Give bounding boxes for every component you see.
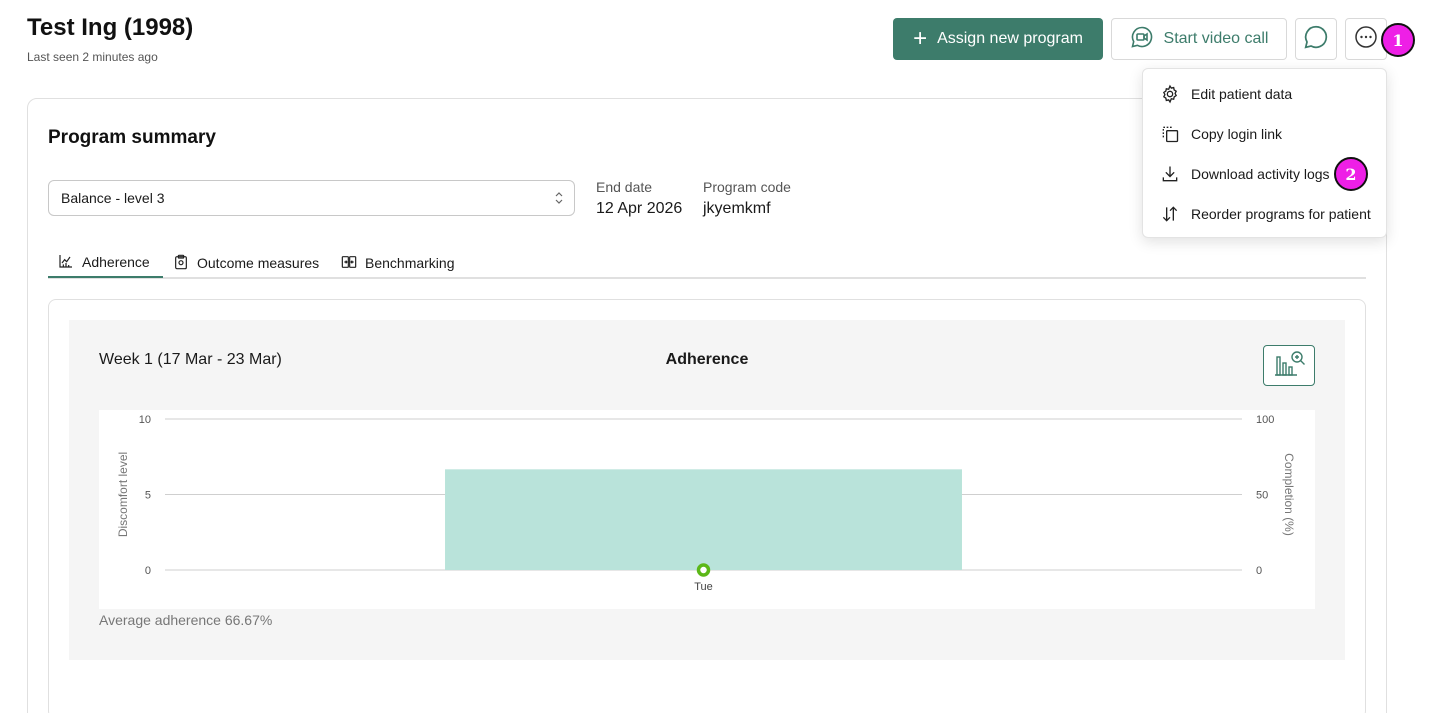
copy-link-icon [1159, 123, 1181, 145]
end-date-label: End date [596, 179, 653, 195]
menu-item-reorder-programs[interactable]: Reorder programs for patient [1143, 194, 1386, 234]
more-options-menu: Edit patient data Copy login link Downlo… [1142, 68, 1387, 238]
menu-item-label: Copy login link [1191, 126, 1283, 142]
chat-icon [1303, 24, 1329, 55]
chart-zoom-button[interactable] [1263, 345, 1315, 386]
y-tick-label-left: 0 [145, 565, 151, 577]
menu-item-label: Reorder programs for patient [1191, 206, 1371, 222]
y-tick-label-left: 5 [145, 490, 151, 502]
adherence-chart: 0510050100Discomfort level Completion (%)… [116, 414, 1296, 593]
discomfort-point [696, 563, 711, 577]
video-button-label: Start video call [1163, 30, 1269, 47]
start-video-call-button[interactable]: Start video call [1111, 18, 1287, 60]
average-adherence: Average adherence 66.67% [99, 612, 273, 628]
annotation-marker-2: 2 [1334, 157, 1368, 191]
chart-icon [58, 253, 74, 272]
tab-adherence[interactable]: Adherence [48, 248, 163, 278]
y-tick-label-right: 0 [1256, 565, 1262, 577]
tab-outcome-measures[interactable]: Outcome measures [173, 248, 319, 278]
plus-icon: + [913, 25, 928, 52]
week-label: Week 1 (17 Mar - 23 Mar) [99, 351, 282, 368]
video-call-icon [1130, 25, 1154, 54]
y-axis-title-right: Completion (%) [1282, 453, 1296, 536]
section-title: Program summary [48, 127, 216, 148]
y-tick-label-right: 50 [1256, 490, 1268, 502]
select-chevron-icon [554, 190, 564, 206]
menu-item-label: Edit patient data [1191, 86, 1293, 102]
compare-icon [341, 254, 357, 273]
tab-label: Adherence [82, 254, 150, 270]
last-seen-text: Last seen 2 minutes ago [27, 50, 158, 64]
program-code-value: jkyemkmf [703, 200, 771, 217]
y-axis-title-left: Discomfort level [116, 452, 130, 537]
patient-name: Test Ing (1998) [27, 14, 194, 41]
clipboard-icon [173, 254, 189, 273]
assign-button-label: Assign new program [937, 30, 1083, 47]
chart-title: Adherence [665, 351, 749, 368]
program-code-label: Program code [703, 179, 791, 195]
more-horizontal-icon [1354, 25, 1378, 54]
end-date-value: 12 Apr 2026 [596, 200, 683, 217]
reorder-icon [1159, 203, 1181, 225]
chat-button[interactable] [1295, 18, 1337, 60]
program-select[interactable]: Balance - level 3 [48, 180, 575, 216]
menu-item-copy-login-link[interactable]: Copy login link [1143, 114, 1386, 154]
menu-item-edit-patient-data[interactable]: Edit patient data [1143, 74, 1386, 114]
annotation-marker-1: 1 [1381, 23, 1415, 57]
program-select-value: Balance - level 3 [61, 190, 165, 206]
tab-label: Outcome measures [197, 255, 320, 271]
chart-zoom-icon [1271, 349, 1307, 382]
x-tick-label: Tue [694, 581, 713, 593]
download-icon [1159, 163, 1181, 185]
assign-new-program-button[interactable]: + Assign new program [893, 18, 1103, 60]
menu-item-label: Download activity logs [1191, 166, 1330, 182]
y-tick-label-right: 100 [1256, 414, 1274, 426]
chart-area: 0 5 10 0 50 100 Discomfort level Completion (%)… [99, 410, 1315, 609]
tab-benchmarking[interactable]: Benchmarking [341, 248, 455, 278]
y-tick-label-left: 10 [139, 414, 151, 426]
adherence-bar [445, 469, 962, 570]
gear-icon [1159, 83, 1181, 105]
tab-label: Benchmarking [365, 255, 455, 271]
